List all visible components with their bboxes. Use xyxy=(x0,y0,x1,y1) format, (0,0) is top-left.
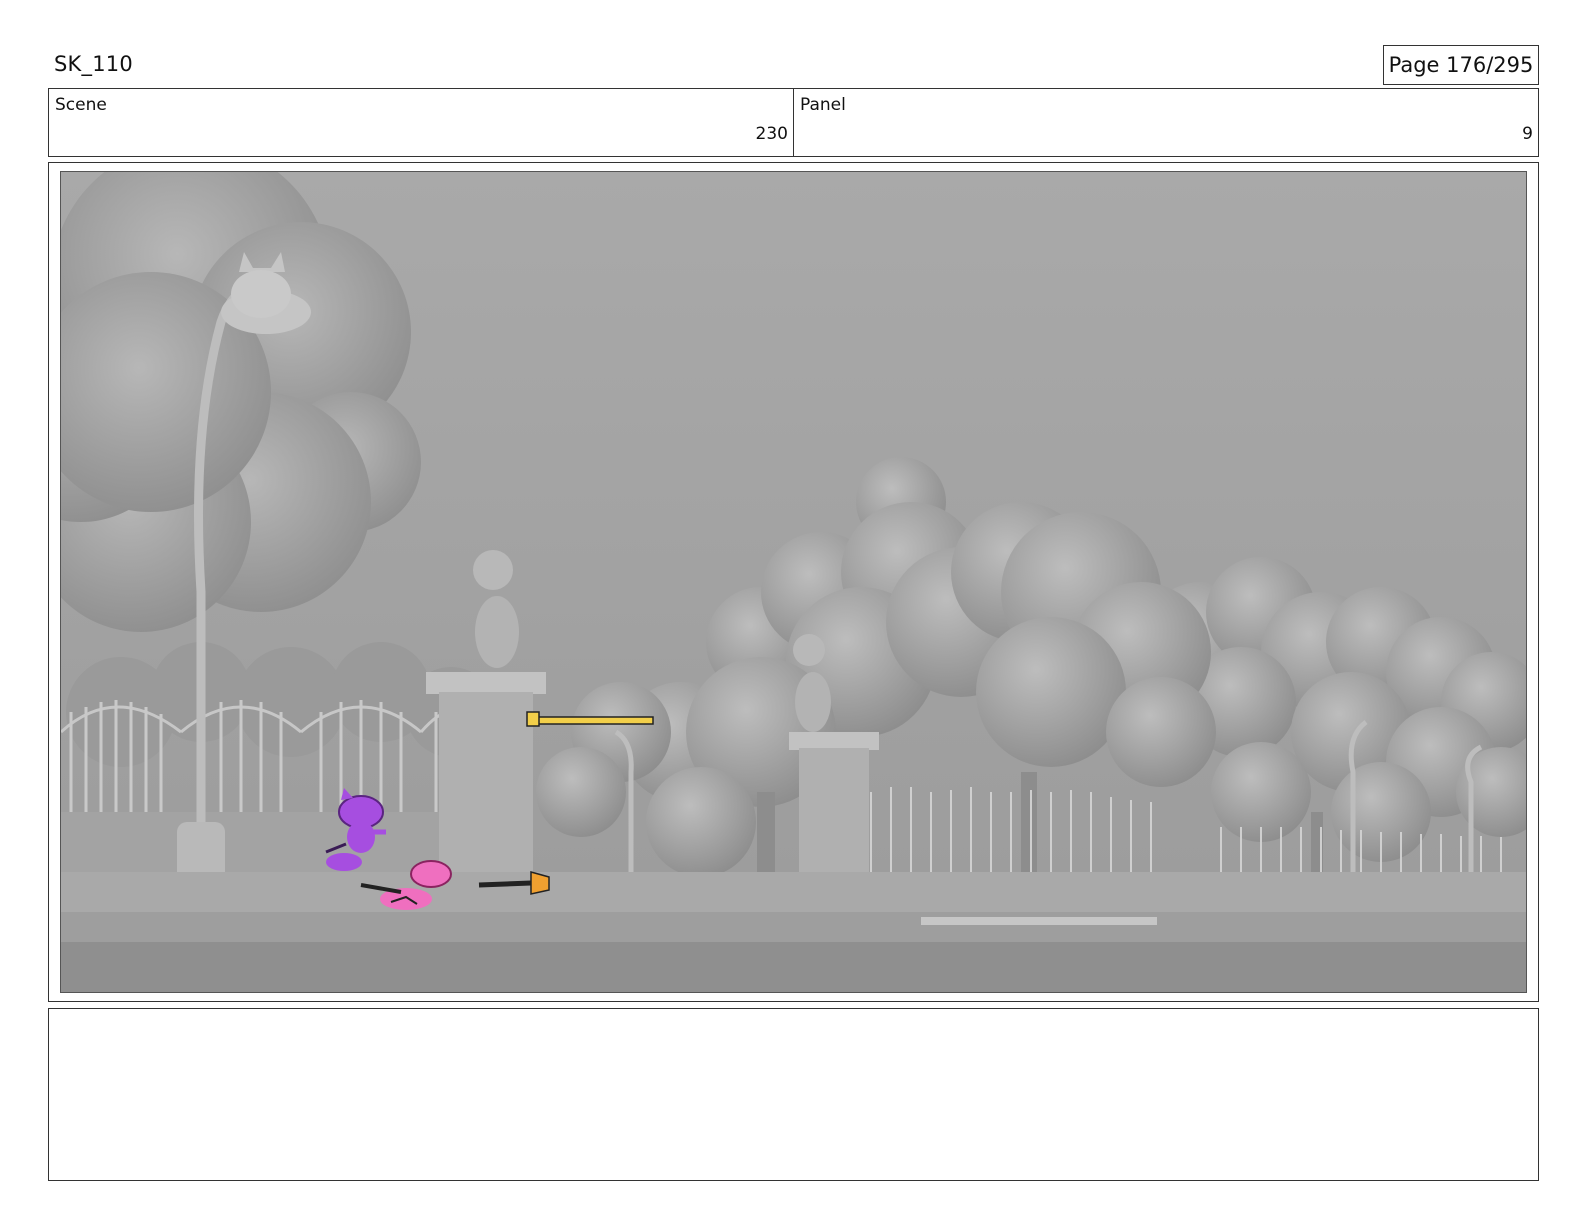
sheet-id: SK_110 xyxy=(54,52,133,76)
scene-cell: Scene 230 xyxy=(49,89,793,156)
storyboard-frame-image xyxy=(60,171,1527,993)
scene-number: 230 xyxy=(755,124,788,144)
sidewalk-highlight xyxy=(921,917,1157,925)
left-hedge xyxy=(61,812,461,872)
park-scene-illustration xyxy=(61,172,1526,992)
panel-cell: Panel 9 xyxy=(793,89,1538,156)
panel-label: Panel xyxy=(800,95,846,115)
notes-box xyxy=(48,1008,1539,1181)
road xyxy=(61,942,1526,992)
sidewalk-curb xyxy=(61,872,1526,912)
scene-label: Scene xyxy=(55,95,107,115)
sidewalk xyxy=(61,912,1526,942)
page-number-box: Page 176/295 xyxy=(1383,45,1539,85)
panel-number: 9 xyxy=(1522,124,1533,144)
info-row: Scene 230 Panel 9 xyxy=(48,88,1539,157)
frame-outer xyxy=(48,162,1539,1002)
